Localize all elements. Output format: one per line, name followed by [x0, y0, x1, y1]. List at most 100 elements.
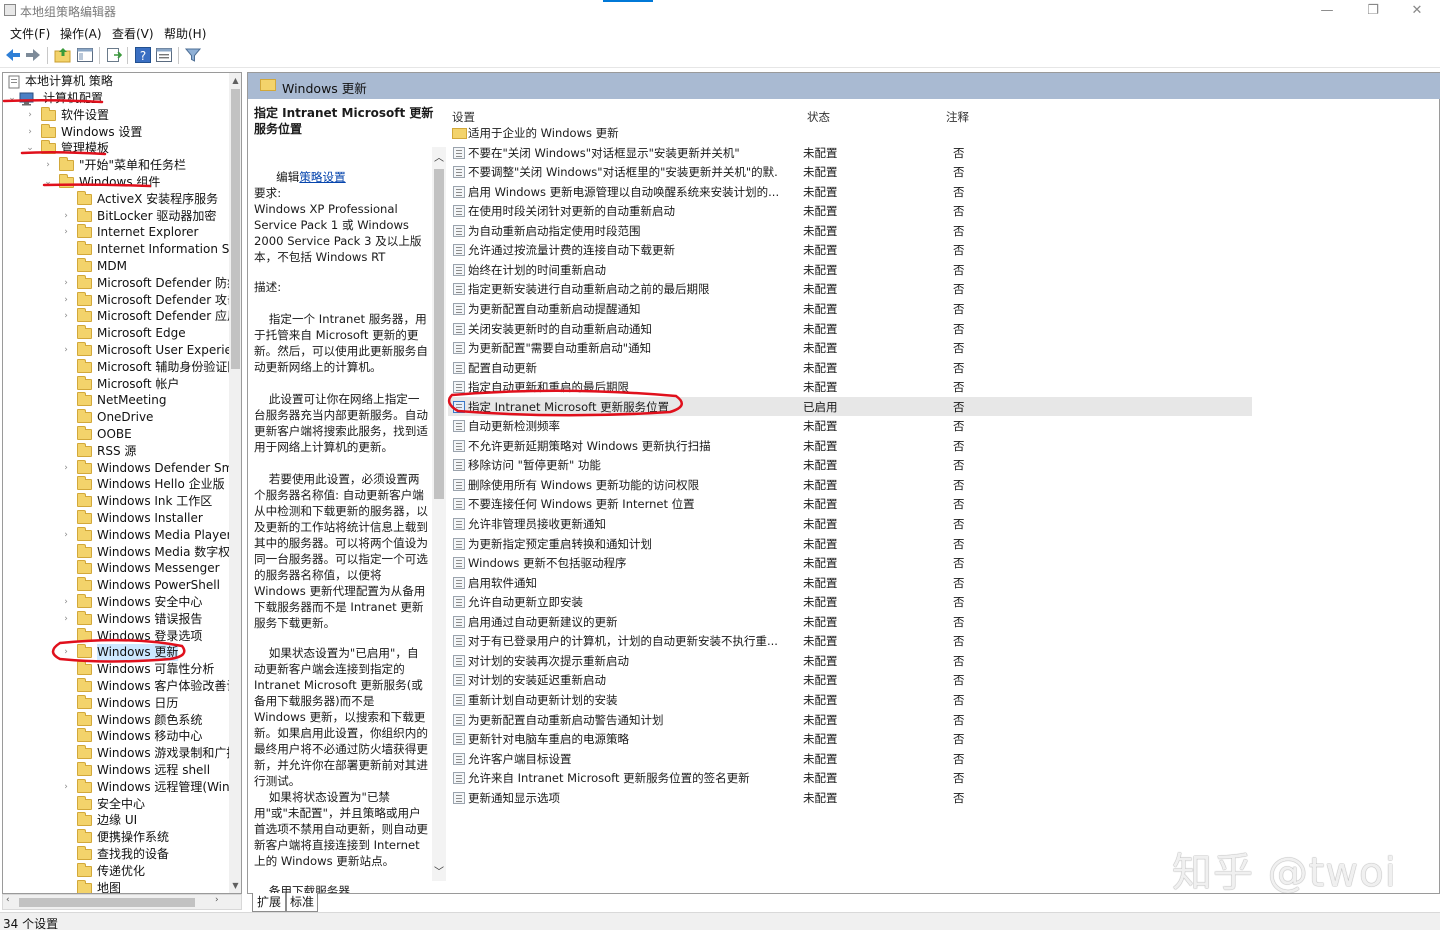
tree-item[interactable]: NetMeeting: [61, 392, 229, 409]
help-icon[interactable]: ?: [134, 46, 152, 64]
setting-row[interactable]: 允许来自 Intranet Microsoft 更新服务位置的签名更新 未配置 否: [448, 768, 1252, 788]
setting-row[interactable]: 自动更新检测频率 未配置 否: [448, 416, 1252, 436]
properties-icon[interactable]: [155, 46, 173, 64]
tree-item[interactable]: Windows Installer: [61, 510, 229, 527]
description-scrollbar[interactable]: ︿ ﹀: [432, 147, 446, 881]
tree-item[interactable]: Microsoft Edge: [61, 325, 229, 342]
tree-item[interactable]: Windows Messenger: [61, 560, 229, 577]
tree-item[interactable]: 边缘 UI: [61, 812, 229, 829]
tree-item[interactable]: Windows 颜色系统: [61, 711, 229, 729]
tree-item[interactable]: MDM: [61, 258, 229, 275]
chevron-right-icon[interactable]: ›: [61, 644, 71, 661]
chevron-right-icon[interactable]: ›: [25, 107, 35, 124]
scroll-down-arrow-icon[interactable]: ﹀: [432, 863, 446, 879]
chevron-right-icon[interactable]: ›: [61, 275, 71, 292]
tree-item[interactable]: ⌄ Windows 组件: [43, 174, 229, 191]
setting-row[interactable]: 不允许更新延期策略对 Windows 更新执行扫描 未配置 否: [448, 436, 1252, 456]
tree-item[interactable]: › BitLocker 驱动器加密: [61, 207, 229, 225]
chevron-right-icon[interactable]: ›: [61, 611, 71, 628]
setting-row[interactable]: 指定更新安装进行自动重新启动之前的最后期限 未配置 否: [448, 279, 1252, 299]
setting-row[interactable]: 更新通知显示选项 未配置 否: [448, 788, 1252, 808]
tree-item[interactable]: Windows PowerShell: [61, 577, 229, 594]
tree-item[interactable]: › Microsoft Defender 应用程: [61, 308, 229, 325]
tree-item[interactable]: › Windows 远程管理(WinRM: [61, 778, 229, 796]
tree-item[interactable]: › Windows Media Player: [61, 526, 229, 544]
menu-file[interactable]: 文件(F): [10, 25, 50, 42]
scroll-up-arrow-icon[interactable]: ▲: [230, 74, 241, 87]
chevron-right-icon[interactable]: ›: [61, 594, 71, 611]
tree-item[interactable]: Windows 可靠性分析: [61, 661, 229, 678]
chevron-down-icon[interactable]: ⌄: [7, 90, 17, 107]
tree-item[interactable]: OOBE: [61, 426, 229, 443]
policy-tree[interactable]: 本地计算机 策略 ⌄ 计算机配置 › 软件设置 › Windows 设置 ⌄ 管理模板 › "开始…: [2, 72, 242, 894]
tree-vertical-scrollbar[interactable]: ▲ ▼: [229, 73, 241, 893]
tree-item[interactable]: ActiveX 安装程序服务: [61, 190, 229, 208]
setting-row[interactable]: 始终在计划的时间重新启动 未配置 否: [448, 260, 1252, 280]
chevron-right-icon[interactable]: ›: [61, 527, 71, 544]
setting-row[interactable]: 删除使用所有 Windows 更新功能的访问权限 未配置 否: [448, 475, 1252, 495]
tree-item[interactable]: Windows 移动中心: [61, 728, 229, 745]
chevron-right-icon[interactable]: ›: [61, 292, 71, 309]
setting-row[interactable]: 允许自动更新立即安装 未配置 否: [448, 592, 1252, 612]
scroll-left-arrow-icon[interactable]: ‹: [6, 895, 10, 905]
setting-row[interactable]: 启用 Windows 更新电源管理以自动唤醒系统来安装计划的... 未配置 否: [448, 182, 1252, 202]
setting-row[interactable]: 重新计划自动更新计划的安装 未配置 否: [448, 690, 1252, 710]
tree-item[interactable]: ⌄ 管理模板: [25, 140, 229, 157]
tree-item[interactable]: Microsoft 辅助身份验证因: [61, 358, 229, 376]
setting-row[interactable]: 指定 Intranet Microsoft 更新服务位置 已启用 否: [448, 396, 1252, 417]
setting-row[interactable]: 配置自动更新 未配置 否: [448, 358, 1252, 378]
tree-item[interactable]: › "开始"菜单和任务栏: [43, 157, 229, 174]
forward-arrow-icon[interactable]: [24, 46, 42, 64]
setting-row[interactable]: 更新针对电脑车重启的电源策略 未配置 否: [448, 729, 1252, 749]
scroll-right-arrow-icon[interactable]: ›: [215, 895, 219, 905]
restore-button[interactable]: ❐: [1350, 1, 1396, 21]
tree-item[interactable]: › Internet Explorer: [61, 224, 229, 241]
tree-item[interactable]: › Microsoft Defender 防病毒: [61, 274, 229, 292]
setting-row[interactable]: Windows 更新不包括驱动程序 未配置 否: [448, 553, 1252, 573]
tree-item[interactable]: Windows 日历: [61, 694, 229, 712]
scroll-up-arrow-icon[interactable]: ︿: [432, 149, 446, 165]
tree-item[interactable]: › Windows 更新: [61, 644, 229, 662]
setting-row[interactable]: 对计划的安装延迟重新启动 未配置 否: [448, 670, 1252, 690]
close-button[interactable]: ✕: [1394, 1, 1440, 21]
setting-row[interactable]: 在使用时段关闭针对更新的自动重新启动 未配置 否: [448, 201, 1252, 221]
tree-item[interactable]: › Windows 设置: [25, 123, 229, 141]
tree-item[interactable]: Windows 登录选项: [61, 627, 229, 645]
export-list-icon[interactable]: [105, 46, 123, 64]
chevron-right-icon[interactable]: ›: [61, 208, 71, 225]
tree-item[interactable]: Windows Hello 企业版: [61, 476, 229, 493]
list-folder-row[interactable]: 适用于企业的 Windows 更新: [448, 123, 1252, 143]
chevron-right-icon[interactable]: ›: [61, 308, 71, 325]
setting-row[interactable]: 为更新指定预定重启转换和通知计划 未配置 否: [448, 534, 1252, 554]
back-arrow-icon[interactable]: [4, 46, 22, 64]
tree-item[interactable]: Windows 远程 shell: [61, 762, 229, 779]
tab-extended[interactable]: 扩展: [252, 893, 286, 912]
tree-item[interactable]: › Windows 安全中心: [61, 594, 229, 611]
tree-item[interactable]: Windows Ink 工作区: [61, 493, 229, 510]
scrollbar-thumb[interactable]: [231, 89, 240, 369]
tree-item[interactable]: OneDrive: [61, 409, 229, 426]
tab-standard[interactable]: 标准: [286, 893, 318, 912]
chevron-right-icon[interactable]: ›: [61, 779, 71, 796]
tree-item[interactable]: › Microsoft User Experience: [61, 342, 229, 359]
filter-icon[interactable]: [184, 46, 202, 64]
tree-item[interactable]: Internet Information Servic: [61, 241, 229, 258]
tree-item[interactable]: Microsoft 帐户: [61, 375, 229, 393]
minimize-button[interactable]: —: [1304, 1, 1350, 21]
setting-row[interactable]: 对于有已登录用户的计算机，计划的自动更新安装不执行重... 未配置 否: [448, 631, 1252, 651]
setting-row[interactable]: 不要连接任何 Windows 更新 Internet 位置 未配置 否: [448, 494, 1252, 514]
chevron-right-icon[interactable]: ›: [43, 157, 53, 174]
setting-row[interactable]: 为更新配置"需要自动重新启动"通知 未配置 否: [448, 338, 1252, 358]
tree-item[interactable]: › Windows Defender Smart: [61, 459, 229, 477]
setting-row[interactable]: 为更新配置自动重新启动警告通知计划 未配置 否: [448, 710, 1252, 730]
tree-item[interactable]: 安全中心: [61, 795, 229, 813]
setting-row[interactable]: 对计划的安装再次提示重新启动 未配置 否: [448, 651, 1252, 671]
tree-item[interactable]: 查找我的设备: [61, 846, 229, 863]
setting-row[interactable]: 指定自动更新和重启的最后期限 未配置 否: [448, 377, 1252, 397]
scroll-down-arrow-icon[interactable]: ▼: [230, 879, 241, 892]
tree-item[interactable]: › 软件设置: [25, 106, 229, 124]
chevron-right-icon[interactable]: ›: [61, 342, 71, 359]
chevron-down-icon[interactable]: ⌄: [25, 140, 35, 157]
up-folder-icon[interactable]: [54, 46, 72, 64]
scrollbar-thumb[interactable]: [19, 898, 195, 907]
